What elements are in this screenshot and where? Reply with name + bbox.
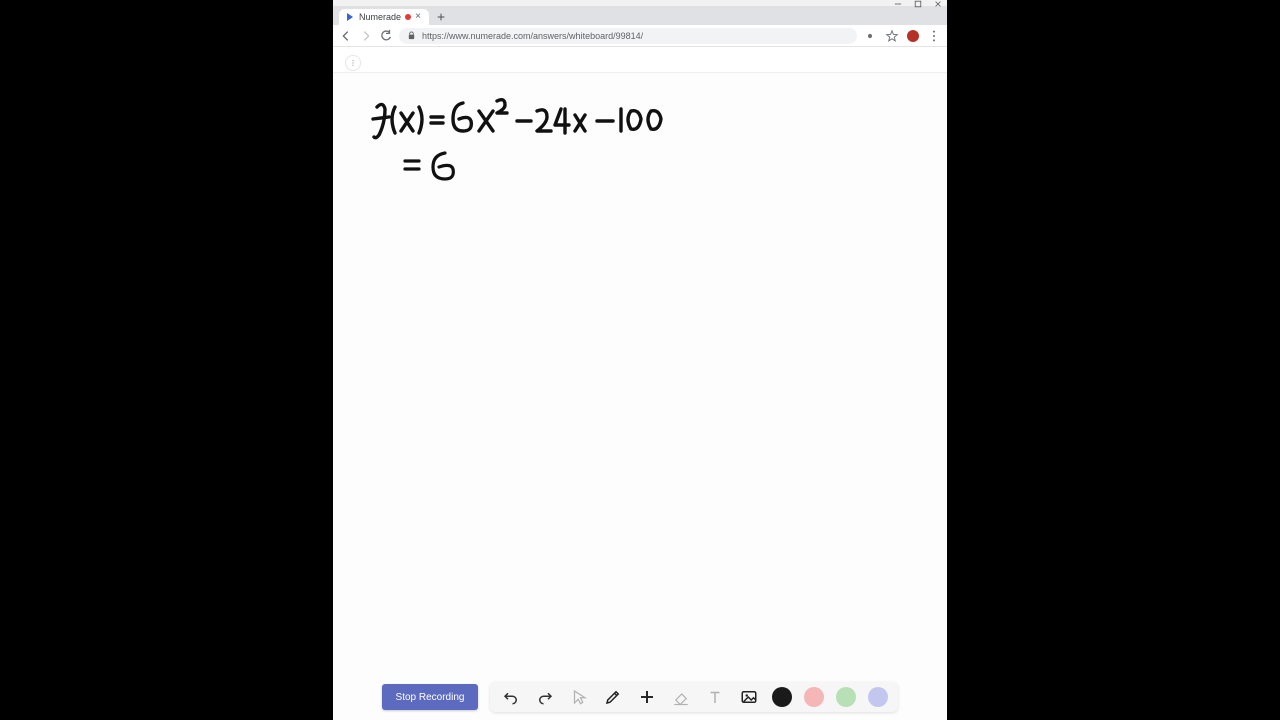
whiteboard-canvas[interactable]: Stop Recording xyxy=(333,73,947,720)
new-tab-button[interactable] xyxy=(433,9,449,25)
image-tool[interactable] xyxy=(738,686,760,708)
add-tool[interactable] xyxy=(636,686,658,708)
address-url: https://www.numerade.com/answers/whitebo… xyxy=(422,31,643,41)
window-maximize-button[interactable] xyxy=(913,1,923,7)
handwriting-line-2 xyxy=(401,149,471,183)
text-tool[interactable] xyxy=(704,686,726,708)
browser-tab[interactable]: Numerade × xyxy=(339,9,429,25)
tab-close-icon[interactable]: × xyxy=(415,12,421,22)
address-bar-row: https://www.numerade.com/answers/whitebo… xyxy=(333,25,947,47)
lock-icon xyxy=(407,31,416,40)
color-green[interactable] xyxy=(836,687,856,707)
handwriting-line-1 xyxy=(367,97,667,141)
tab-title: Numerade xyxy=(359,12,401,22)
address-right-icons xyxy=(863,29,941,43)
redo-button[interactable] xyxy=(534,686,556,708)
nav-reload-button[interactable] xyxy=(379,29,393,43)
stop-recording-button[interactable]: Stop Recording xyxy=(382,684,479,710)
page-action-icon[interactable] xyxy=(863,29,877,43)
color-black[interactable] xyxy=(772,687,792,707)
window-minimize-button[interactable] xyxy=(893,1,903,7)
address-bar[interactable]: https://www.numerade.com/answers/whitebo… xyxy=(399,28,857,44)
eraser-tool[interactable] xyxy=(670,686,692,708)
recording-indicator-icon xyxy=(405,14,411,20)
nav-forward-button[interactable] xyxy=(359,29,373,43)
browser-window: Numerade × https://www.numerade.com/answ… xyxy=(333,0,947,720)
app-topbar xyxy=(333,47,947,73)
browser-menu-icon[interactable] xyxy=(927,29,941,43)
window-controls xyxy=(893,1,943,7)
cursor-tool[interactable] xyxy=(568,686,590,708)
bookmark-star-icon[interactable] xyxy=(885,29,899,43)
color-purple[interactable] xyxy=(868,687,888,707)
window-titlebar xyxy=(333,0,947,7)
color-pink[interactable] xyxy=(804,687,824,707)
tool-tray xyxy=(490,682,898,712)
extension-badge-icon[interactable] xyxy=(907,30,919,42)
tab-strip: Numerade × xyxy=(333,7,947,25)
bottom-toolbar: Stop Recording xyxy=(333,682,947,712)
nav-back-button[interactable] xyxy=(339,29,353,43)
undo-button[interactable] xyxy=(500,686,522,708)
tab-favicon-icon xyxy=(345,12,355,22)
pen-tool[interactable] xyxy=(602,686,624,708)
app-menu-icon[interactable] xyxy=(345,55,361,71)
window-close-button[interactable] xyxy=(933,1,943,7)
